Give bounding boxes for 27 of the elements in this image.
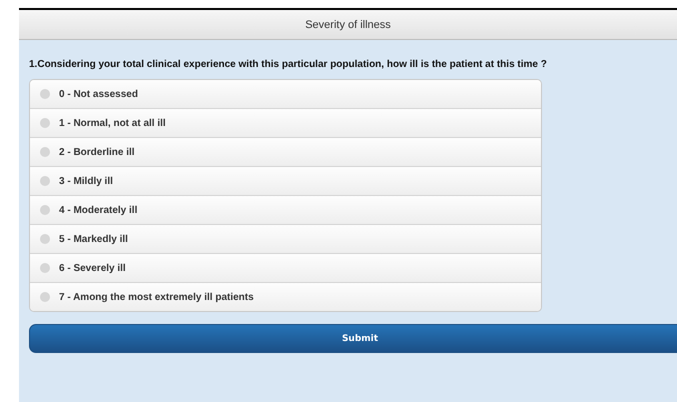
option-row[interactable]: 6 - Severely ill <box>30 253 541 282</box>
option-row[interactable]: 3 - Mildly ill <box>30 166 541 195</box>
radio-button[interactable] <box>40 147 50 157</box>
option-label: 2 - Borderline ill <box>59 146 135 158</box>
radio-button[interactable] <box>40 118 50 128</box>
submit-button[interactable]: Submit <box>29 324 677 353</box>
option-label: 0 - Not assessed <box>59 88 138 100</box>
option-label: 5 - Markedly ill <box>59 234 128 244</box>
option-row[interactable]: 5 - Markedly ill <box>30 224 541 253</box>
radio-button[interactable] <box>40 89 50 99</box>
question-text: 1.Considering your total clinical experience with this particular population, how ill is the patient at this time ? <box>29 59 548 70</box>
page-title: Severity of illness <box>305 18 391 30</box>
option-row[interactable]: 0 - Not assessed <box>30 80 541 108</box>
radio-button[interactable] <box>40 292 50 302</box>
option-row[interactable]: 4 - Moderately ill <box>30 195 541 224</box>
option-label: 1 - Normal, not at all ill <box>59 118 166 128</box>
radio-button[interactable] <box>40 205 50 215</box>
radio-button[interactable] <box>40 263 50 273</box>
option-row[interactable]: 2 - Borderline ill <box>30 137 541 166</box>
radio-button[interactable] <box>40 234 50 244</box>
option-label: 7 - Among the most extremely ill patients <box>59 292 254 302</box>
option-label: 3 - Mildly ill <box>59 176 113 186</box>
option-label: 4 - Moderately ill <box>59 204 138 216</box>
radio-button[interactable] <box>40 176 50 186</box>
option-label: 6 - Severely ill <box>59 262 126 274</box>
option-row[interactable]: 7 - Among the most extremely ill patients <box>30 282 541 311</box>
option-row[interactable]: 1 - Normal, not at all ill <box>30 108 541 137</box>
